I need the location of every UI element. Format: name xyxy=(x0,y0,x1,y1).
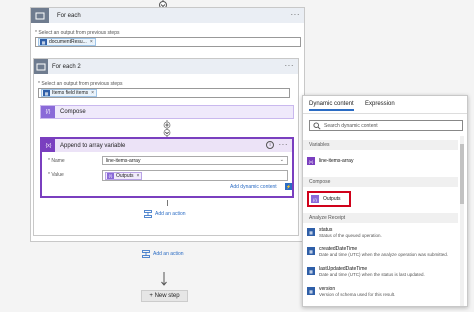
search-placeholder: Search dynamic content xyxy=(324,122,378,129)
dynamic-item-text: lastUpdatedDateTime Date and time (UTC) … xyxy=(319,266,425,278)
section-compose-label: Compose xyxy=(309,179,331,185)
foreach-outer-title: For each xyxy=(57,12,81,19)
chevron-down-icon[interactable]: ⌄ xyxy=(280,157,284,163)
dynamic-item-title: line-items-array xyxy=(319,158,354,164)
foreach-inner-header[interactable]: For each 2 ··· xyxy=(34,59,298,74)
foreach-inner-select-label: * Select an output from previous steps xyxy=(38,81,123,87)
insert-step-connector[interactable] xyxy=(161,120,173,137)
append-array-title: Append to array variable xyxy=(60,142,126,149)
foreach-outer-card: For each ··· * Select an output from pre… xyxy=(30,7,305,242)
form-recognizer-icon: ▦ xyxy=(43,90,50,96)
name-field-label: * Name xyxy=(48,158,65,164)
remove-token-icon[interactable]: × xyxy=(91,90,94,96)
foreach-inner-token-label: Items field items xyxy=(52,90,89,96)
compose-icon: {/} xyxy=(107,172,114,179)
dynamic-content-search[interactable]: Search dynamic content xyxy=(309,120,463,131)
dynamic-item-text: status Status of the queued operation. xyxy=(319,227,382,239)
dynamic-item-desc: Status of the queued operation. xyxy=(319,233,382,238)
dynamic-item-desc: Date and time (UTC) when the status is l… xyxy=(319,272,425,277)
remove-token-icon[interactable]: × xyxy=(137,173,140,179)
compose-icon: {/} xyxy=(311,195,319,203)
new-step-button[interactable]: + New step xyxy=(141,290,188,302)
panel-scrollbar[interactable] xyxy=(460,136,464,306)
tab-dynamic-content[interactable]: Dynamic content xyxy=(309,101,354,111)
section-analyze-header: Analyze Receipt xyxy=(303,213,458,223)
inner-add-action[interactable]: Add an action xyxy=(144,209,186,219)
dynamic-item-title: Outputs xyxy=(323,196,341,202)
connector-line xyxy=(167,200,168,206)
compose-action-card[interactable]: {/} Compose xyxy=(40,105,294,119)
value-field[interactable]: {/} Outputs × xyxy=(102,170,288,181)
form-recognizer-icon: ▦ xyxy=(40,39,47,45)
foreach-icon xyxy=(34,59,48,74)
form-recognizer-icon: ▦ xyxy=(307,267,315,275)
dynamic-item-createddatetime[interactable]: ▦ createdDateTime Date and time (UTC) wh… xyxy=(305,246,459,258)
more-options-icon[interactable]: ··· xyxy=(291,11,301,19)
variable-icon: {x} xyxy=(42,139,55,152)
dynamic-item-version[interactable]: ▦ version Version of schema used for thi… xyxy=(305,286,459,298)
foreach-inner-token[interactable]: ▦ Items field items × xyxy=(41,89,98,97)
outer-add-action-row[interactable]: Add an action xyxy=(142,249,184,259)
compose-icon: {/} xyxy=(41,106,55,118)
dynamic-item-desc: Version of schema used for this result. xyxy=(319,292,396,297)
foreach-icon xyxy=(31,8,49,23)
compose-title: Compose xyxy=(60,109,86,115)
dynamic-item-text: version Version of schema used for this … xyxy=(319,286,395,298)
tab-expression-label: Expression xyxy=(365,101,395,107)
section-variables-header: Variables xyxy=(303,140,458,150)
dynamic-item-outputs[interactable]: {/} Outputs xyxy=(307,191,351,207)
new-step-label: + New step xyxy=(149,293,180,299)
append-array-action-card[interactable]: {x} Append to array variable i ··· * Nam… xyxy=(40,137,294,198)
foreach-outer-select-field[interactable]: ▦ documentResu... × xyxy=(35,37,301,47)
dynamic-item-text: createdDateTime Date and time (UTC) when… xyxy=(319,246,448,258)
outer-add-action-label: Add an action xyxy=(153,251,184,257)
foreach-inner-card: For each 2 ··· * Select an output from p… xyxy=(33,58,299,236)
foreach-inner-title: For each 2 xyxy=(52,63,81,70)
value-field-label: * Value xyxy=(48,172,64,178)
foreach-outer-token-label: documentResu... xyxy=(49,39,87,45)
value-token-label: Outputs xyxy=(116,172,134,179)
inner-add-action-label: Add an action xyxy=(155,211,186,217)
section-analyze-label: Analyze Receipt xyxy=(309,215,346,221)
tab-expression[interactable]: Expression xyxy=(365,101,395,111)
section-variables-label: Variables xyxy=(309,142,330,148)
info-icon[interactable]: i xyxy=(266,141,274,149)
dynamic-content-panel: Dynamic content Expression Search dynami… xyxy=(302,95,468,307)
dynamic-item-status[interactable]: ▦ status Status of the queued operation. xyxy=(305,227,459,239)
name-field-value: line-items-array xyxy=(106,158,141,164)
form-recognizer-icon: ▦ xyxy=(307,247,315,255)
variable-icon: {x} xyxy=(307,157,315,165)
value-token[interactable]: {/} Outputs × xyxy=(105,171,143,180)
dynamic-item-lastupdateddatetime[interactable]: ▦ lastUpdatedDateTime Date and time (UTC… xyxy=(305,266,459,278)
foreach-outer-token[interactable]: ▦ documentResu... × xyxy=(38,38,96,46)
tab-dynamic-content-label: Dynamic content xyxy=(309,101,354,107)
foreach-inner-select-field[interactable]: ▦ Items field items × xyxy=(38,88,290,98)
add-action-icon xyxy=(144,210,152,218)
scrollbar-thumb[interactable] xyxy=(460,144,464,204)
dynamic-item-desc: Date and time (UTC) when the analyze ope… xyxy=(319,252,449,257)
append-array-header[interactable]: {x} Append to array variable i ··· xyxy=(42,139,292,152)
dynamic-item-line-items-array[interactable]: {x} line-items-array xyxy=(305,156,459,165)
bottom-connector-arrow xyxy=(160,272,168,286)
form-recognizer-icon: ▦ xyxy=(307,287,315,295)
search-icon xyxy=(313,121,321,130)
add-dynamic-content-link[interactable]: Add dynamic content xyxy=(230,184,277,190)
form-recognizer-icon: ▦ xyxy=(307,228,315,236)
add-action-icon xyxy=(142,250,150,258)
more-options-icon[interactable]: ··· xyxy=(285,62,295,70)
more-options-icon[interactable]: ··· xyxy=(279,141,289,149)
dynamic-content-badge-icon[interactable]: ⚡ xyxy=(285,183,292,190)
foreach-outer-header[interactable]: For each ··· xyxy=(31,8,304,23)
foreach-outer-select-label: * Select an output from previous steps xyxy=(35,30,120,36)
section-compose-header: Compose xyxy=(303,177,458,187)
name-field[interactable]: line-items-array ⌄ xyxy=(102,156,288,165)
remove-token-icon[interactable]: × xyxy=(90,39,93,45)
tab-divider xyxy=(303,113,467,114)
